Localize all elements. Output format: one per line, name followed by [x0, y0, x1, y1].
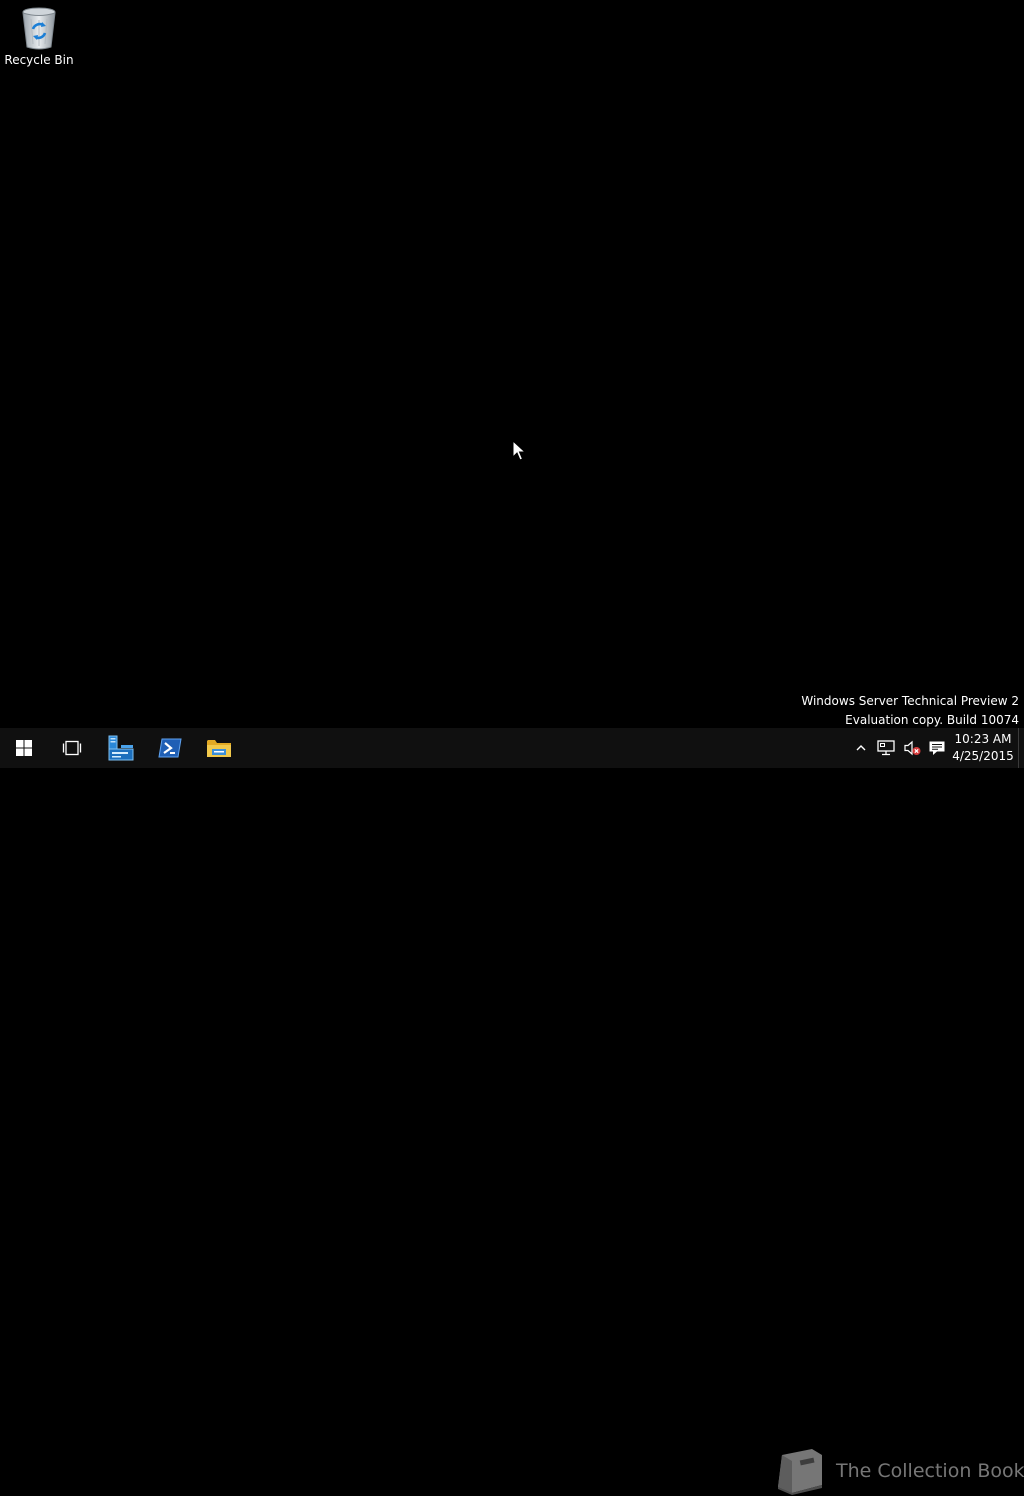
network-icon — [877, 740, 895, 756]
volume-muted-icon — [904, 740, 921, 756]
start-button[interactable] — [0, 728, 48, 768]
action-center-button[interactable] — [926, 728, 948, 768]
book-icon — [778, 1449, 822, 1495]
mouse-cursor-icon — [512, 440, 526, 461]
windows-logo-icon — [16, 740, 32, 756]
taskbar: The Collection Book 10:23 AM 4/25/2015 — [0, 728, 1024, 1495]
server-manager-button[interactable] — [97, 728, 145, 768]
file-explorer-button[interactable] — [195, 728, 243, 768]
os-watermark: Windows Server Technical Preview 2 Evalu… — [801, 692, 1019, 730]
publisher-text: The Collection Book — [836, 1460, 1024, 1482]
taskbar-clock[interactable]: 10:23 AM 4/25/2015 — [950, 728, 1016, 768]
task-view-button[interactable] — [48, 728, 96, 768]
chevron-up-icon — [856, 745, 866, 751]
clock-date: 4/25/2015 — [952, 749, 1014, 763]
recycle-bin-icon — [22, 7, 56, 50]
powershell-icon — [158, 738, 182, 758]
publisher-watermark: The Collection Book — [772, 1446, 1024, 1496]
powershell-button[interactable] — [146, 728, 194, 768]
network-tray-button[interactable] — [874, 728, 898, 768]
show-desktop-button[interactable] — [1018, 728, 1024, 768]
watermark-edition: Windows Server Technical Preview 2 — [801, 694, 1019, 708]
desktop[interactable]: Recycle Bin Windows Server Technical Pre… — [0, 0, 1024, 728]
volume-tray-button[interactable] — [900, 728, 924, 768]
task-view-icon — [62, 740, 82, 756]
file-explorer-icon — [207, 740, 231, 757]
desktop-icon-label: Recycle Bin — [4, 53, 74, 67]
clock-time: 10:23 AM — [954, 732, 1012, 746]
action-center-icon — [929, 741, 945, 755]
show-hidden-icons-button[interactable] — [853, 728, 869, 768]
server-manager-icon — [108, 735, 134, 761]
desktop-icon-recycle-bin[interactable]: Recycle Bin — [4, 6, 74, 76]
